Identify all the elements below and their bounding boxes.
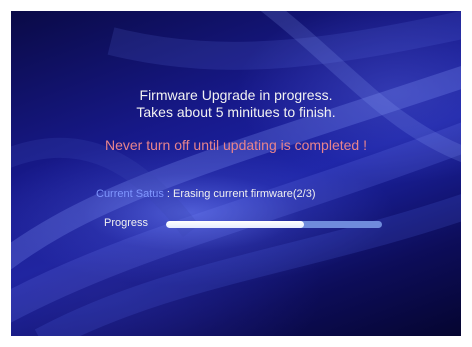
- upgrade-title-line2: Takes about 5 minitues to finish.: [136, 104, 336, 120]
- progress-label: Progress: [104, 217, 149, 229]
- progress-bar-fill: [166, 221, 305, 228]
- warning-message: Never turn off until updating is complet…: [104, 137, 367, 153]
- status-label: Current Satus: [96, 188, 164, 200]
- status-row: Current Satus : Erasing current firmware…: [96, 188, 315, 200]
- background-swirl: [11, 11, 461, 336]
- status-separator: :: [163, 188, 174, 200]
- upgrade-title-line1: Firmware Upgrade in progress.: [139, 87, 333, 103]
- status-value: Erasing current firmware(2/3): [173, 188, 316, 200]
- progress-bar: [166, 221, 382, 228]
- firmware-upgrade-screen: Firmware Upgrade in progress. Takes abou…: [11, 11, 461, 336]
